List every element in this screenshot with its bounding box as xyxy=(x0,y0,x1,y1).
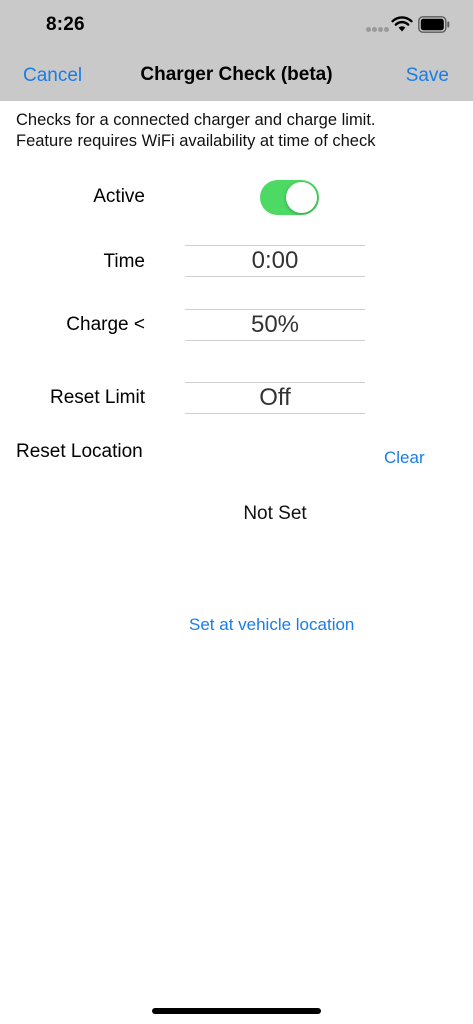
time-label: Time xyxy=(103,251,145,272)
active-toggle[interactable] xyxy=(260,180,319,215)
status-time: 8:26 xyxy=(46,14,85,35)
save-button[interactable]: Save xyxy=(406,65,449,87)
reset-location-label: Reset Location xyxy=(16,441,143,462)
reset-limit-label: Reset Limit xyxy=(49,387,145,408)
toggle-knob xyxy=(286,182,317,213)
description-line-1: Checks for a connected charger and charg… xyxy=(16,111,376,129)
home-indicator[interactable] xyxy=(152,1008,321,1014)
charge-label: Charge < xyxy=(66,314,145,335)
nav-header: 8:26 Cancel Charger Check (beta) Save xyxy=(0,0,473,101)
reset-limit-field[interactable]: Off xyxy=(185,382,365,414)
set-vehicle-location-button[interactable]: Set at vehicle location xyxy=(189,615,354,635)
clear-button[interactable]: Clear xyxy=(384,448,425,468)
time-field[interactable]: 0:00 xyxy=(185,245,365,277)
cellular-signal-icon xyxy=(366,27,389,33)
location-status: Not Set xyxy=(243,503,307,524)
charge-field[interactable]: 50% xyxy=(185,309,365,341)
active-label: Active xyxy=(93,186,145,207)
description-line-2: Feature requires WiFi availability at ti… xyxy=(16,132,376,150)
battery-icon xyxy=(418,16,450,33)
feature-description: Checks for a connected charger and charg… xyxy=(16,110,466,152)
page-title: Charger Check (beta) xyxy=(140,64,333,85)
wifi-icon xyxy=(391,16,413,32)
